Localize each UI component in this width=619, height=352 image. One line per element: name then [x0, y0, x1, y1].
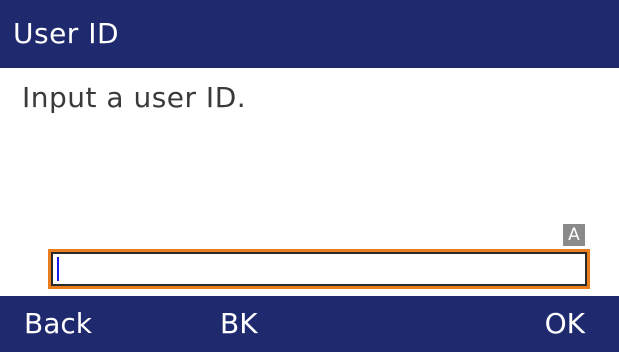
- softkey-bar: Back BK OK: [0, 296, 619, 352]
- back-softkey[interactable]: Back: [24, 296, 92, 352]
- user-id-field[interactable]: [48, 249, 590, 289]
- title-bar: User ID: [0, 0, 619, 68]
- input-prompt: Input a user ID.: [22, 81, 247, 114]
- page-title: User ID: [13, 17, 120, 50]
- text-caret: [57, 257, 59, 281]
- user-id-screen: User ID Input a user ID. A Back BK OK: [0, 0, 619, 352]
- input-mode-badge: A: [563, 224, 585, 246]
- backspace-softkey[interactable]: BK: [220, 296, 258, 352]
- ok-softkey[interactable]: OK: [545, 296, 585, 352]
- user-id-field-inner[interactable]: [51, 252, 587, 286]
